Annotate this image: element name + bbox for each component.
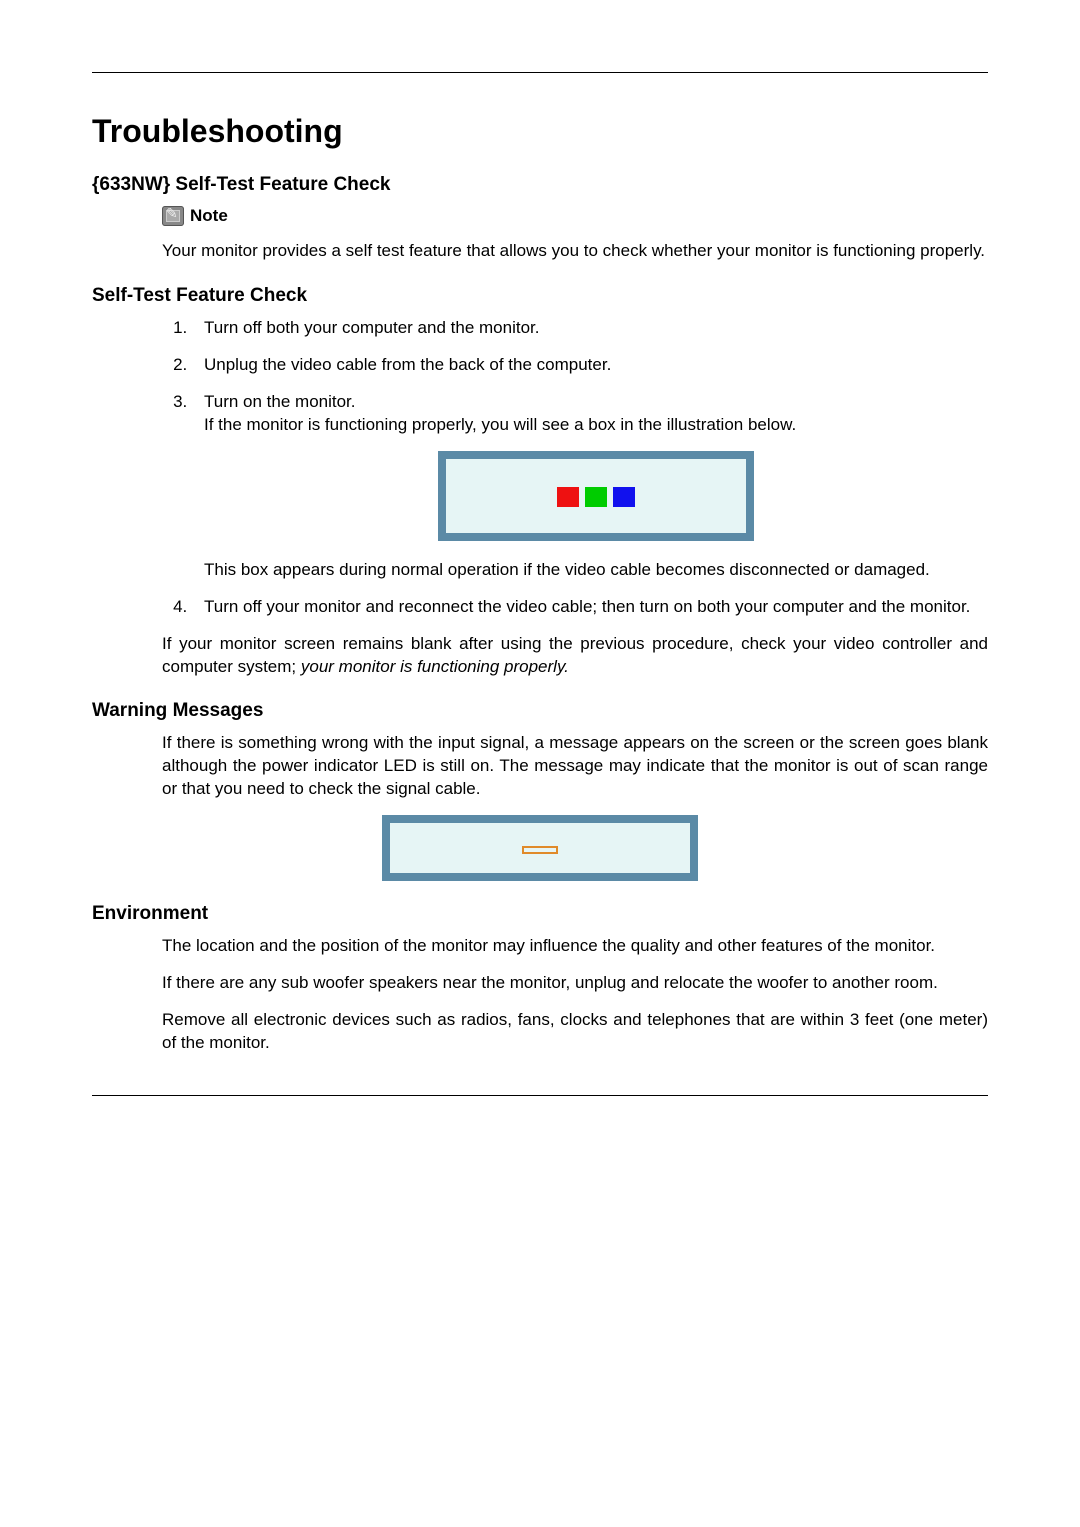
rgb-squares bbox=[456, 487, 736, 507]
note-icon bbox=[162, 206, 184, 226]
page-title: Troubleshooting bbox=[92, 113, 988, 150]
step-item: Turn off both your computer and the moni… bbox=[192, 317, 988, 340]
closing-paragraph: If your monitor screen remains blank aft… bbox=[162, 633, 988, 679]
blue-square-icon bbox=[613, 487, 635, 507]
step-subtext: This box appears during normal operation… bbox=[204, 559, 988, 582]
document-page: Troubleshooting {633NW} Self-Test Featur… bbox=[0, 0, 1080, 1527]
step-item: Turn on the monitor. If the monitor is f… bbox=[192, 391, 988, 582]
section-heading-selftest: Self-Test Feature Check bbox=[92, 285, 988, 307]
closing-plain: If your monitor screen remains blank aft… bbox=[162, 634, 988, 676]
closing-italic: your monitor is functioning properly. bbox=[301, 657, 569, 676]
osd-inner bbox=[390, 823, 690, 873]
step-item: Unplug the video cable from the back of … bbox=[192, 354, 988, 377]
osd-help-button bbox=[522, 846, 558, 854]
note-body: Your monitor provides a self test featur… bbox=[162, 240, 988, 263]
steps-list: Turn off both your computer and the moni… bbox=[92, 317, 988, 619]
osd-not-optimum-box bbox=[382, 815, 698, 881]
env-paragraph: The location and the position of the mon… bbox=[162, 935, 988, 958]
step-item: Turn off your monitor and reconnect the … bbox=[192, 596, 988, 619]
bottom-divider bbox=[92, 1095, 988, 1096]
warning-body: If there is something wrong with the inp… bbox=[162, 732, 988, 801]
step-subtext: If the monitor is functioning properly, … bbox=[204, 414, 988, 437]
red-square-icon bbox=[557, 487, 579, 507]
note-row: Note bbox=[162, 206, 988, 226]
env-paragraph: If there are any sub woofer speakers nea… bbox=[162, 972, 988, 995]
green-square-icon bbox=[585, 487, 607, 507]
env-paragraph: Remove all electronic devices such as ra… bbox=[162, 1009, 988, 1055]
osd-check-signal-box bbox=[438, 451, 754, 541]
step-text: Turn on the monitor. bbox=[204, 392, 356, 411]
top-divider bbox=[92, 72, 988, 73]
section-heading-selftest-model: {633NW} Self-Test Feature Check bbox=[92, 174, 988, 196]
note-label: Note bbox=[190, 206, 228, 226]
section-heading-environment: Environment bbox=[92, 903, 988, 925]
osd-inner bbox=[446, 459, 746, 533]
section-heading-warning: Warning Messages bbox=[92, 700, 988, 722]
